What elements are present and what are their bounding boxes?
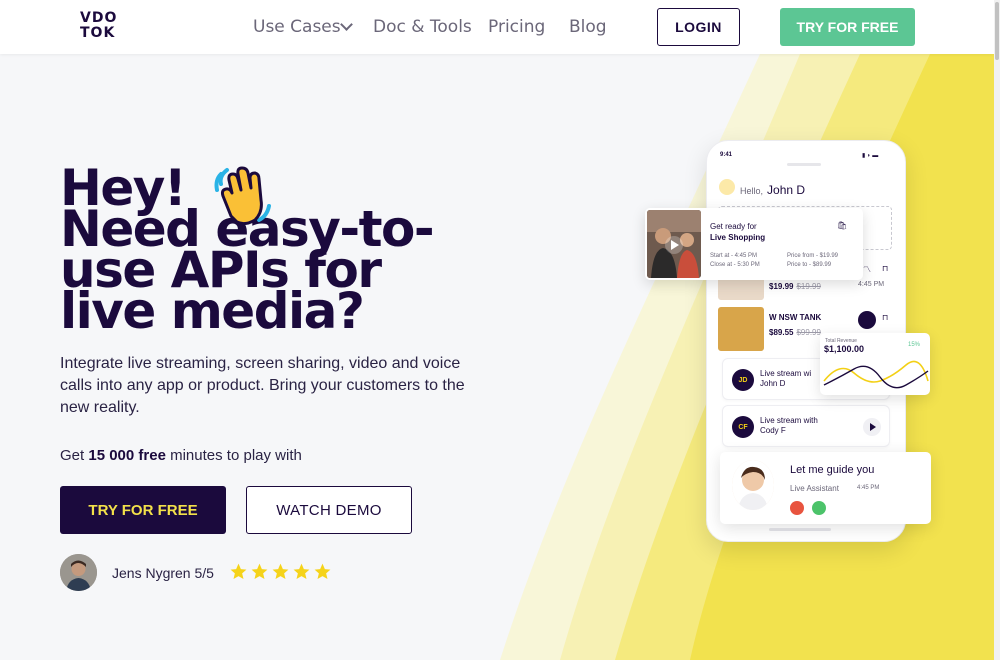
reviewer-avatar — [60, 554, 97, 591]
live-assistant-card[interactable]: Let me guide you Live Assistant 4:45 PM — [720, 452, 931, 524]
chart-percent: 15% — [908, 342, 921, 348]
nav-blog[interactable]: Blog — [569, 17, 607, 37]
star-icon — [230, 563, 247, 580]
decline-call-icon[interactable] — [790, 501, 804, 515]
revenue-chart-card: Total Revenue $1,100.00 15% — [820, 333, 930, 395]
watch-demo-button[interactable]: WATCH DEMO — [246, 486, 412, 534]
product-price: $19.99 $19.99 — [769, 282, 821, 291]
product-time: 4:45 PM — [858, 281, 885, 288]
nav-try-free-button[interactable]: TRY FOR FREE — [780, 8, 915, 46]
accept-call-icon[interactable] — [812, 501, 826, 515]
nav-doc-tools[interactable]: Doc & Tools — [373, 17, 472, 37]
rating-stars — [229, 562, 332, 581]
stream-avatar: CF — [732, 416, 754, 438]
nav-pricing[interactable]: Pricing — [488, 17, 545, 37]
trend-chip-icon[interactable] — [858, 311, 876, 329]
assistant-time: 4:45 PM — [857, 485, 880, 491]
scrollbar[interactable] — [994, 0, 1000, 660]
greeting: Hello, John D — [740, 183, 806, 197]
bag-icon[interactable]: ⊓ — [882, 313, 888, 322]
assistant-avatar — [732, 460, 774, 510]
star-icon — [293, 563, 310, 580]
shopping-bag-icon[interactable]: 🛍 — [837, 221, 847, 230]
scrollbar-thumb[interactable] — [995, 2, 999, 60]
stream-avatar: JD — [732, 369, 754, 391]
product-price: $89.55 $99.99 — [769, 328, 821, 337]
product-thumbnail — [718, 307, 764, 351]
trend-icon[interactable]: 〽 — [863, 264, 871, 275]
vdotok-logo[interactable]: VDO TOK — [80, 11, 134, 43]
live-shopping-card[interactable]: Get ready for Live Shopping 🛍 Start at - … — [645, 208, 863, 280]
waving-hand-icon — [214, 166, 271, 226]
product-name: W NSW TANK — [769, 313, 822, 322]
star-icon — [314, 563, 331, 580]
phone-time: 9:41 — [720, 152, 733, 158]
login-button[interactable]: LOGIN — [657, 8, 740, 46]
stream-item-cody[interactable]: CF Live stream with Cody F — [722, 405, 890, 447]
bag-icon[interactable]: ⊓ — [882, 264, 888, 273]
assistant-title: Let me guide you — [790, 464, 875, 476]
star-icon — [251, 563, 268, 580]
chevron-down-icon[interactable] — [340, 18, 353, 31]
assistant-role: Live Assistant — [790, 484, 839, 493]
video-thumbnail[interactable] — [647, 210, 701, 278]
nav-use-cases[interactable]: Use Cases — [253, 17, 341, 37]
status-icons: ▮ ◗ ▬ — [862, 153, 879, 159]
free-minutes-text: Get 15 000 free minutes to play with — [60, 447, 302, 464]
shop-title: Get ready for Live Shopping — [710, 222, 766, 242]
shop-prices: Price from - $19.99 Price to - $89.99 — [787, 253, 839, 268]
phone-notch — [787, 163, 821, 166]
play-icon[interactable] — [863, 418, 881, 436]
stream-text: Live stream wi John D — [760, 369, 812, 388]
try-free-button[interactable]: TRY FOR FREE — [60, 486, 226, 534]
hero-title: Hey! Need easy-to- use APIs for live med… — [60, 159, 435, 340]
hero-subtitle: Integrate live streaming, screen sharing… — [60, 355, 465, 416]
user-avatar — [719, 179, 735, 195]
shop-times: Start at - 4:45 PM Close at - 5:30 PM — [710, 253, 760, 268]
revenue-sparkline — [823, 360, 929, 389]
home-indicator — [769, 528, 831, 531]
star-icon — [272, 563, 289, 580]
reviewer-name: Jens Nygren 5/5 — [112, 565, 214, 581]
stream-text: Live stream with Cody F — [760, 416, 818, 435]
top-nav: VDO TOK Use Cases Doc & Tools Pricing Bl… — [0, 0, 994, 54]
